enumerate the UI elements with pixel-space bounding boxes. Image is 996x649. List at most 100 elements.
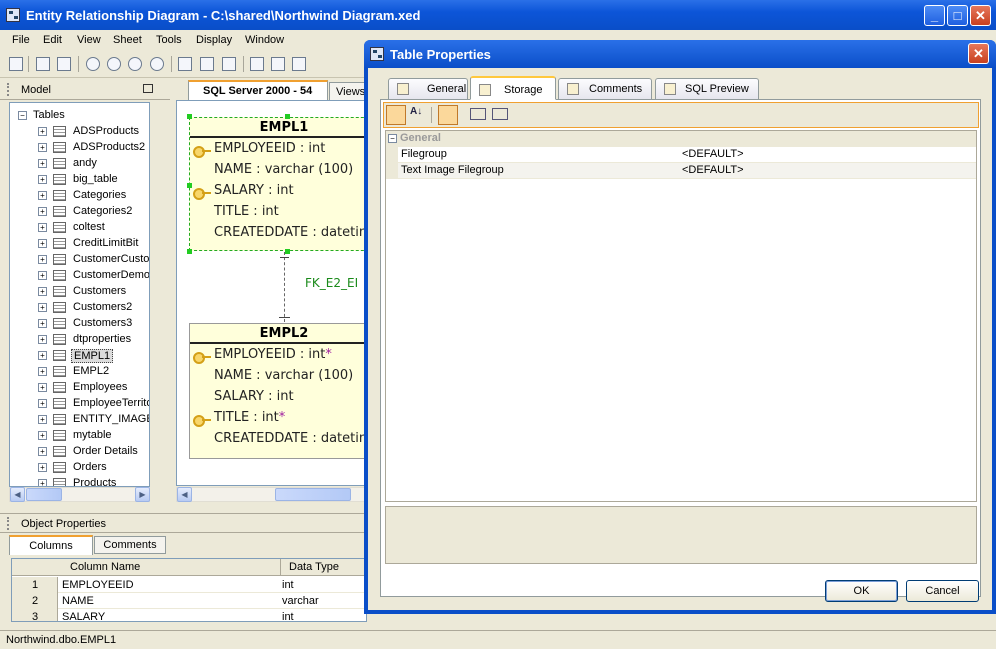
- column-name-cell[interactable]: NAME: [62, 593, 94, 609]
- minimize-button[interactable]: _: [924, 5, 945, 26]
- menu-tools[interactable]: Tools: [156, 34, 182, 46]
- zoom-out-icon[interactable]: [128, 57, 142, 71]
- tab-sql-server[interactable]: SQL Server 2000 - 54: [188, 80, 328, 100]
- selection-handle[interactable]: [187, 114, 192, 119]
- entity-empl2[interactable]: EMPL2 EMPLOYEEID : int* NAME : varchar (1…: [189, 323, 365, 459]
- selection-handle[interactable]: [285, 114, 290, 119]
- collapse-icon[interactable]: −: [18, 111, 27, 120]
- sort-alphabetical-icon[interactable]: A↓: [410, 106, 422, 117]
- tab-storage[interactable]: Storage: [470, 76, 556, 100]
- expand-icon[interactable]: +: [38, 127, 47, 136]
- entity-column[interactable]: NAME : varchar (100): [214, 368, 353, 383]
- entity-column[interactable]: TITLE : int*: [214, 410, 285, 425]
- menu-view[interactable]: View: [77, 34, 101, 46]
- zoom-icon[interactable]: [86, 57, 100, 71]
- expand-icon[interactable]: +: [38, 143, 47, 152]
- expand-icon[interactable]: +: [38, 159, 47, 168]
- table-row[interactable]: 3 SALARY int: [12, 609, 366, 621]
- expand-icon[interactable]: +: [38, 367, 47, 376]
- expand-icon[interactable]: +: [38, 447, 47, 456]
- category-general[interactable]: − General: [386, 131, 976, 147]
- tab-dialog-comments[interactable]: Comments: [558, 78, 652, 99]
- expand-icon[interactable]: +: [38, 255, 47, 264]
- zoom-in-icon[interactable]: [107, 57, 121, 71]
- cancel-button[interactable]: Cancel: [906, 580, 979, 602]
- data-type-cell[interactable]: int: [282, 577, 294, 593]
- menu-edit[interactable]: Edit: [43, 34, 62, 46]
- column-name-cell[interactable]: EMPLOYEEID: [62, 577, 134, 593]
- table-row[interactable]: 1 EMPLOYEEID int: [12, 577, 366, 593]
- table-icon[interactable]: [200, 57, 214, 71]
- property-row-filegroup[interactable]: Filegroup <DEFAULT>: [386, 147, 976, 163]
- tab-views[interactable]: Views: [329, 82, 369, 100]
- expand-all-icon[interactable]: [470, 108, 486, 120]
- data-type-cell[interactable]: int: [282, 609, 294, 621]
- entity-column[interactable]: CREATEDDATE : datetim: [214, 431, 365, 446]
- tab-columns[interactable]: Columns: [9, 535, 93, 555]
- tree-icon[interactable]: [292, 57, 306, 71]
- expand-icon[interactable]: +: [38, 399, 47, 408]
- entity-column[interactable]: EMPLOYEEID : int*: [214, 347, 332, 362]
- collapse-all-icon[interactable]: [492, 108, 508, 120]
- properties-icon[interactable]: [250, 57, 264, 71]
- menu-display[interactable]: Display: [196, 34, 232, 46]
- entity-column[interactable]: NAME : varchar (100): [214, 162, 353, 177]
- table-row[interactable]: 2 NAME varchar: [12, 593, 366, 609]
- tab-general[interactable]: General: [388, 78, 468, 99]
- canvas-horizontal-scrollbar[interactable]: ◀: [176, 487, 366, 502]
- menu-file[interactable]: File: [12, 34, 30, 46]
- scroll-left-icon[interactable]: ◀: [10, 487, 25, 502]
- expand-icon[interactable]: +: [38, 191, 47, 200]
- print-icon[interactable]: [36, 57, 50, 71]
- tab-sql-preview[interactable]: SQL Preview: [655, 78, 759, 99]
- restore-panel-icon[interactable]: [143, 84, 153, 93]
- header-data-type[interactable]: Data Type: [289, 559, 339, 575]
- entity-column[interactable]: SALARY : int: [214, 183, 294, 198]
- menu-sheet[interactable]: Sheet: [113, 34, 142, 46]
- entity-empl1[interactable]: EMPL1 EMPLOYEEID : int NAME : varchar (10…: [189, 117, 365, 251]
- entity-column[interactable]: SALARY : int: [214, 389, 294, 404]
- expand-icon[interactable]: +: [38, 479, 47, 486]
- property-filegroup-value[interactable]: <DEFAULT>: [682, 148, 744, 160]
- scroll-right-icon[interactable]: ▶: [135, 487, 150, 502]
- scroll-left-icon[interactable]: ◀: [177, 487, 192, 502]
- save-icon[interactable]: [9, 57, 23, 71]
- collapse-icon[interactable]: −: [388, 134, 397, 143]
- expand-icon[interactable]: +: [38, 335, 47, 344]
- selection-handle[interactable]: [187, 183, 192, 188]
- ok-button[interactable]: OK: [825, 580, 898, 602]
- entity-column[interactable]: TITLE : int: [214, 204, 279, 219]
- close-button[interactable]: ✕: [970, 5, 991, 26]
- h-scroll-thumb[interactable]: [26, 488, 62, 501]
- categorized-icon[interactable]: [386, 105, 406, 125]
- expand-icon[interactable]: +: [38, 319, 47, 328]
- expand-icon[interactable]: +: [38, 431, 47, 440]
- expand-icon[interactable]: +: [38, 207, 47, 216]
- expand-icon[interactable]: +: [38, 239, 47, 248]
- expand-icon[interactable]: +: [38, 271, 47, 280]
- expand-icon[interactable]: +: [38, 287, 47, 296]
- expand-icon[interactable]: +: [38, 303, 47, 312]
- expand-icon[interactable]: +: [38, 415, 47, 424]
- property-pages-icon[interactable]: [438, 105, 458, 125]
- tree-horizontal-scrollbar[interactable]: ◀ ▶: [9, 487, 150, 502]
- selection-handle[interactable]: [285, 249, 290, 254]
- entity-icon[interactable]: [178, 57, 192, 71]
- dialog-close-button[interactable]: ✕: [968, 43, 989, 64]
- expand-icon[interactable]: +: [38, 463, 47, 472]
- relationship-label[interactable]: FK_E2_EI: [305, 276, 358, 290]
- tab-comments[interactable]: Comments: [94, 536, 166, 554]
- property-text-image-filegroup-value[interactable]: <DEFAULT>: [682, 164, 744, 176]
- property-row-text-image-filegroup[interactable]: Text Image Filegroup <DEFAULT>: [386, 163, 976, 179]
- data-type-cell[interactable]: varchar: [282, 593, 319, 609]
- header-column-name[interactable]: Column Name: [70, 559, 140, 575]
- selection-handle[interactable]: [187, 249, 192, 254]
- expand-icon[interactable]: +: [38, 383, 47, 392]
- expand-icon[interactable]: +: [38, 223, 47, 232]
- maximize-button[interactable]: □: [947, 5, 968, 26]
- relationship-line[interactable]: [284, 252, 285, 322]
- expand-icon[interactable]: +: [38, 175, 47, 184]
- list-icon[interactable]: [271, 57, 285, 71]
- entity-column[interactable]: CREATEDDATE : datetim: [214, 225, 365, 240]
- diagram-canvas[interactable]: EMPL1 EMPLOYEEID : int NAME : varchar (10…: [176, 100, 366, 486]
